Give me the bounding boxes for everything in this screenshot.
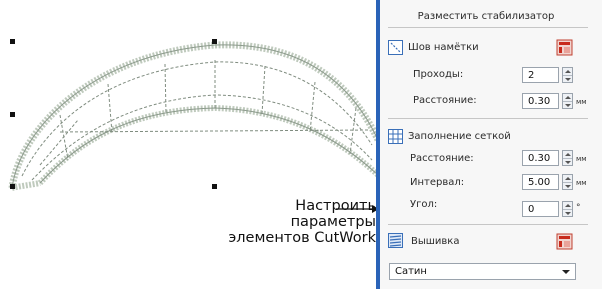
callout-line-3: элементов CutWork	[228, 230, 376, 246]
panel-title: Разместить стабилизатор	[417, 11, 555, 22]
grid-fill-icon[interactable]	[388, 129, 403, 144]
running-stitch-label: Шов намётки	[408, 42, 479, 53]
edge-type-value: Сатин	[395, 266, 427, 277]
spin-up-icon[interactable]	[565, 153, 571, 156]
grid-spacing-input[interactable]: 0.30	[522, 150, 559, 166]
satin-edge-icon[interactable]	[388, 233, 403, 248]
callout-arrow-icon	[336, 205, 379, 213]
grid-spacing-spinner[interactable]	[562, 150, 573, 166]
grid-interval-input[interactable]: 5.00	[522, 174, 559, 190]
grid-angle-label: Угол:	[410, 199, 438, 210]
selection-handle[interactable]	[10, 184, 15, 189]
spin-down-icon[interactable]	[565, 78, 571, 81]
callout-line-2: параметры	[290, 214, 376, 230]
separator	[388, 27, 588, 28]
passes-spinner[interactable]	[562, 67, 573, 83]
spin-up-icon[interactable]	[565, 70, 571, 73]
grid-angle-spinner[interactable]	[562, 201, 573, 217]
passes-label: Проходы:	[413, 69, 464, 80]
running-spacing-input[interactable]: 0.30	[522, 93, 559, 109]
chevron-down-icon[interactable]	[562, 270, 570, 274]
selection-handle[interactable]	[10, 112, 15, 117]
running-spacing-label: Расстояние:	[413, 95, 477, 106]
edge-label: Вышивка	[411, 236, 460, 247]
spin-down-icon[interactable]	[565, 161, 571, 164]
separator	[388, 118, 588, 119]
stabilizer-panel: Разместить стабилизатор Шов намётки Прох…	[380, 0, 602, 289]
spin-down-icon[interactable]	[565, 212, 571, 215]
selection-handle[interactable]	[212, 39, 217, 44]
separator	[388, 224, 588, 225]
edge-properties-icon[interactable]	[556, 233, 573, 250]
spin-down-icon[interactable]	[565, 104, 571, 107]
spin-down-icon[interactable]	[565, 185, 571, 188]
passes-input[interactable]: 2	[522, 67, 559, 83]
spin-up-icon[interactable]	[565, 204, 571, 207]
spin-up-icon[interactable]	[565, 177, 571, 180]
grid-interval-unit: мм	[576, 179, 587, 187]
grid-spacing-unit: мм	[576, 155, 587, 163]
grid-spacing-label: Расстояние:	[410, 153, 474, 164]
running-spacing-unit: мм	[576, 98, 587, 106]
running-properties-icon[interactable]	[556, 39, 573, 56]
grid-interval-label: Интервал:	[410, 177, 465, 188]
selection-handle[interactable]	[10, 39, 15, 44]
grid-angle-input[interactable]: 0	[522, 201, 559, 217]
selection-handle[interactable]	[212, 184, 217, 189]
grid-angle-unit: °	[576, 203, 581, 213]
grid-fill-label: Заполнение сеткой	[408, 131, 511, 142]
edge-type-select[interactable]: Сатин	[389, 263, 576, 280]
grid-interval-spinner[interactable]	[562, 174, 573, 190]
running-spacing-spinner[interactable]	[562, 93, 573, 109]
running-stitch-icon[interactable]	[388, 40, 403, 55]
spin-up-icon[interactable]	[565, 96, 571, 99]
